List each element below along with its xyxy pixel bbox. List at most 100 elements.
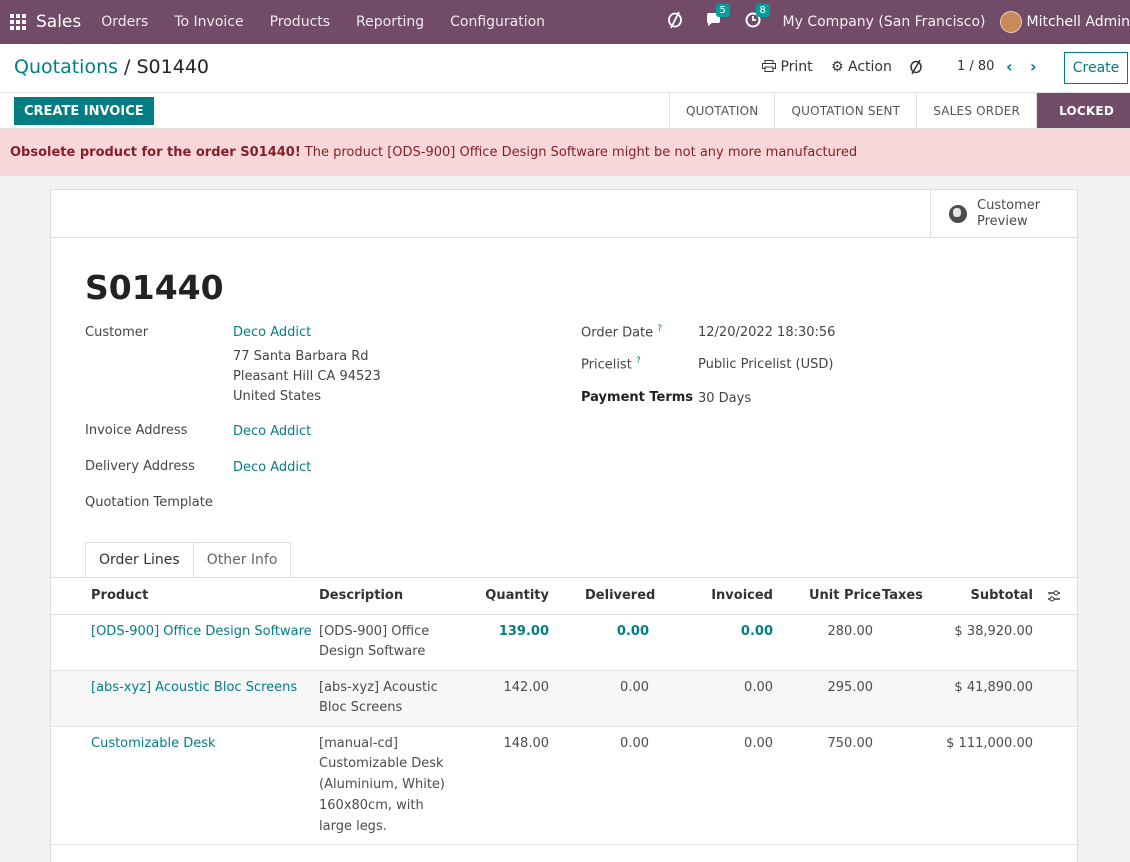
delivery-address-link[interactable]: Deco Addict [233, 460, 311, 475]
row-subtotal: $ 41,890.00 [954, 680, 1033, 695]
stage-quotation[interactable]: QUOTATION [668, 93, 774, 128]
row-product[interactable]: Customizable Desk [91, 736, 216, 751]
row-description-line: Customizable Desk [319, 756, 444, 771]
row-subtotal: $ 111,000.00 [946, 736, 1033, 751]
globe-icon [949, 204, 967, 223]
order-date-value: 12/20/2022 18:30:56 [698, 325, 836, 340]
table-header: Product Description Quantity Delivered I… [51, 578, 1077, 615]
customer-label: Customer [85, 325, 149, 340]
obsolete-product-warning: Obsolete product for the order S01440! T… [0, 129, 1130, 176]
create-invoice-button[interactable]: CREATE INVOICE [14, 97, 154, 125]
payment-terms-value: 30 Days [698, 391, 752, 406]
tab-other-info[interactable]: Other Info [192, 542, 292, 578]
status-bar: CREATE INVOICE QUOTATION QUOTATION SENT … [0, 93, 1130, 129]
pager-value[interactable]: 1 / 80 [957, 59, 994, 74]
control-panel: Quotations / S01440 Print ⚙ Action 1 / 8… [0, 44, 1130, 93]
stage-quotation-sent[interactable]: QUOTATION SENT [774, 93, 916, 128]
warning-text: The product [ODS-900] Office Design Soft… [304, 145, 858, 160]
menu-reporting[interactable]: Reporting [356, 14, 424, 30]
activity-badge: 8 [755, 4, 770, 17]
invoice-address-label: Invoice Address [85, 423, 188, 438]
row-description-line: [manual-cd] [319, 736, 398, 751]
user-menu[interactable]: Mitchell Admin [1027, 14, 1130, 30]
row-description-line: Design Software [319, 644, 426, 659]
print-button[interactable]: Print [762, 59, 813, 75]
activity-clock-icon[interactable]: 8 [745, 4, 770, 32]
quotation-template-label: Quotation Template [85, 495, 213, 510]
stage-sales-order[interactable]: SALES ORDER [916, 93, 1036, 128]
breadcrumb-separator: / [118, 56, 137, 78]
col-product[interactable]: Product [91, 588, 148, 603]
table-row[interactable]: [ODS-900] Office Design Software [ODS-90… [51, 615, 1077, 671]
customer-link[interactable]: Deco Addict [233, 325, 311, 340]
table-row[interactable]: [abs-xyz] Acoustic Bloc Screens [abs-xyz… [51, 671, 1077, 727]
col-description[interactable]: Description [319, 588, 403, 603]
row-description-line: (Aluminium, White) [319, 777, 445, 792]
col-invoiced[interactable]: Invoiced [691, 588, 773, 603]
button-box: Customer Preview [51, 190, 1077, 238]
table-row[interactable]: Customizable Desk [manual-cd] Customizab… [51, 727, 1077, 845]
print-label: Print [780, 59, 813, 75]
row-invoiced: 0.00 [744, 736, 773, 751]
pricelist-help-icon[interactable]: ? [636, 356, 641, 366]
notebook-tabs: Order Lines Other Info [85, 542, 292, 578]
col-quantity[interactable]: Quantity [471, 588, 549, 603]
breadcrumb: Quotations / S01440 [14, 56, 209, 78]
company-switcher[interactable]: My Company (San Francisco) [783, 14, 986, 30]
user-avatar[interactable] [999, 11, 1022, 33]
row-description-line: 160x80cm, with [319, 798, 424, 813]
tab-order-lines[interactable]: Order Lines [85, 542, 194, 578]
breadcrumb-current: S01440 [136, 56, 210, 78]
row-product[interactable]: [abs-xyz] Acoustic Bloc Screens [91, 680, 297, 695]
warning-title: Obsolete product for the order S01440! [10, 145, 301, 160]
stage-locked[interactable]: LOCKED [1036, 93, 1130, 128]
customer-address-line3: United States [233, 389, 322, 404]
customer-preview-button[interactable]: Customer Preview [930, 190, 1077, 237]
apps-menu-icon[interactable] [0, 0, 36, 44]
action-button[interactable]: ⚙ Action [831, 59, 892, 75]
row-delivered: 0.00 [620, 680, 649, 695]
gear-icon: ⚙ [831, 59, 844, 75]
col-delivered[interactable]: Delivered [585, 588, 655, 603]
pager-next-icon[interactable]: › [1030, 57, 1037, 76]
row-subtotal: $ 38,920.00 [954, 624, 1033, 639]
row-product[interactable]: [ODS-900] Office Design Software [91, 624, 312, 639]
create-button[interactable]: Create [1064, 52, 1128, 84]
col-subtotal[interactable]: Subtotal [941, 588, 1033, 603]
menu-to-invoice[interactable]: To Invoice [174, 14, 243, 30]
debug-icon[interactable] [667, 11, 683, 33]
row-unit-price: 750.00 [827, 736, 874, 751]
row-quantity: 148.00 [503, 736, 550, 751]
menu-orders[interactable]: Orders [101, 14, 148, 30]
row-quantity: 139.00 [498, 624, 549, 639]
chat-badge: 5 [715, 4, 730, 17]
breadcrumb-quotations[interactable]: Quotations [14, 56, 118, 78]
stage-pipeline: QUOTATION QUOTATION SENT SALES ORDER LOC… [668, 93, 1130, 128]
delivery-address-label: Delivery Address [85, 459, 195, 474]
row-invoiced: 0.00 [744, 680, 773, 695]
top-navbar: Sales Orders To Invoice Products Reporti… [0, 0, 1130, 44]
debug-toggle-icon[interactable] [909, 59, 923, 79]
row-delivered: 0.00 [620, 736, 649, 751]
col-unit-price[interactable]: Unit Price [809, 588, 881, 603]
invoice-address-link[interactable]: Deco Addict [233, 424, 311, 439]
form-sheet: Customer Preview S01440 Customer Deco Ad… [50, 189, 1078, 862]
payment-terms-label: Payment Terms [581, 390, 694, 405]
order-date-label: Order Date ? [581, 324, 662, 340]
pager-previous-icon[interactable]: ‹ [1006, 57, 1013, 76]
order-date-help-icon[interactable]: ? [657, 324, 662, 334]
print-icon [762, 60, 776, 72]
menu-products[interactable]: Products [270, 14, 330, 30]
action-label: Action [848, 59, 892, 75]
row-description-line: [ODS-900] Office [319, 624, 430, 639]
customer-address-line1: 77 Santa Barbara Rd [233, 349, 369, 364]
order-date-label-text: Order Date [581, 325, 654, 341]
menu-configuration[interactable]: Configuration [450, 14, 545, 30]
chat-icon[interactable]: 5 [705, 4, 730, 32]
col-taxes[interactable]: Taxes [882, 588, 923, 603]
optional-columns-icon[interactable] [1047, 589, 1061, 603]
customer-address-line2: Pleasant Hill CA 94523 [233, 369, 381, 384]
row-invoiced: 0.00 [740, 624, 773, 639]
app-name[interactable]: Sales [36, 12, 81, 32]
order-title: S01440 [85, 268, 224, 307]
